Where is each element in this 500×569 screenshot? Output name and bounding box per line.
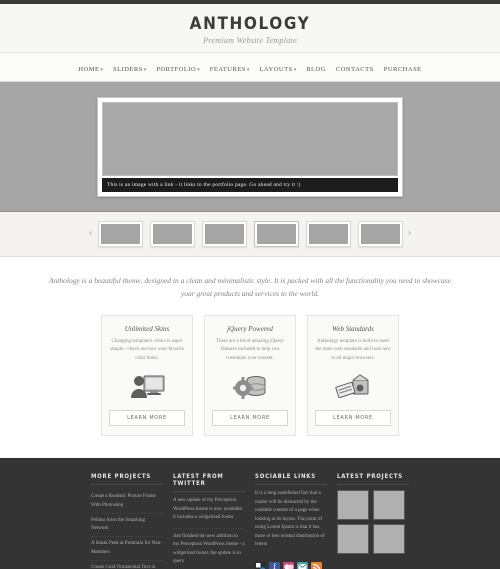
- social-icon-list: f: [255, 561, 327, 569]
- nav-item-sliders[interactable]: SLIDERS▾: [113, 58, 146, 76]
- twitter-icon[interactable]: [297, 561, 308, 569]
- carousel-thumb[interactable]: [149, 220, 195, 247]
- more-projects-link[interactable]: Pelloto Joins the Smashing Network: [91, 514, 163, 538]
- carousel-thumb[interactable]: [97, 220, 143, 247]
- hero-slider: This is an image with a link - it links …: [0, 81, 500, 212]
- feature-title: Web Standards: [332, 324, 374, 333]
- user-monitor-icon: [109, 370, 185, 404]
- chevron-down-icon: ▾: [246, 66, 250, 73]
- feature-box: Web Standards Anthology template is build…: [307, 314, 399, 437]
- feature-body: Changing template's colors is super simp…: [110, 338, 184, 361]
- learn-more-button[interactable]: LEARN MORE: [109, 410, 185, 427]
- site-footer: MORE PROJECTS Create a Realistic Picture…: [0, 458, 500, 569]
- nav-list: HOME▾ SLIDERS▾ PORTFOLIO▾ FEATURES▾ LAYOUTS▾…: [73, 58, 426, 76]
- project-thumb[interactable]: [337, 524, 369, 555]
- slider-image[interactable]: [102, 101, 398, 176]
- feature-box: jQuery Powered There are a lot of amazing…: [204, 314, 296, 437]
- nav-item-home[interactable]: HOME▾: [78, 58, 103, 76]
- carousel-thumb-list: [97, 220, 403, 247]
- feature-boxes: Unlimited Skins Changing template's color…: [0, 314, 500, 459]
- slider-frame[interactable]: This is an image with a link - it links …: [97, 96, 403, 197]
- carousel-thumb-image: [100, 223, 140, 244]
- footer-column-projects: LATEST PROJECTS: [337, 473, 409, 569]
- footer-column-sociable: SOCIABLE LINKS It is a long established …: [255, 473, 327, 569]
- intro-text: Anthology is a beautiful theme, designed…: [0, 256, 500, 315]
- feature-body: Anthology template is build to meet the …: [315, 338, 391, 361]
- flickr-icon[interactable]: [283, 561, 294, 569]
- project-thumb[interactable]: [337, 490, 369, 521]
- footer-column-more-projects: MORE PROJECTS Create a Realistic Picture…: [91, 473, 163, 569]
- project-thumb[interactable]: [373, 490, 405, 521]
- more-projects-link-list: Create a Realistic Picture Frame With Ph…: [91, 490, 163, 569]
- project-thumb-grid: [337, 490, 409, 555]
- chevron-down-icon: ▾: [100, 66, 103, 73]
- carousel-next-arrow-icon[interactable]: ›: [403, 228, 417, 239]
- nav-item-label[interactable]: PURCHASE: [384, 66, 422, 73]
- more-projects-heading: MORE PROJECTS: [91, 473, 163, 486]
- nav-item-purchase[interactable]: PURCHASE: [384, 58, 422, 76]
- nav-item-layouts[interactable]: LAYOUTS▾: [259, 58, 296, 76]
- nav-item-label[interactable]: LAYOUTS: [259, 66, 292, 73]
- files-box-icon: [315, 370, 391, 404]
- nav-item-label[interactable]: CONTACTS: [336, 66, 374, 73]
- nav-item-label[interactable]: PORTFOLIO: [156, 66, 196, 73]
- nav-item-features[interactable]: FEATURES▾: [210, 58, 250, 76]
- nav-item-contacts[interactable]: CONTACTS: [336, 58, 374, 76]
- nav-item-label[interactable]: BLOG: [306, 66, 326, 73]
- rss-icon[interactable]: [311, 561, 322, 569]
- feature-box: Unlimited Skins Changing template's color…: [101, 314, 193, 437]
- nav-item-label[interactable]: FEATURES: [210, 66, 246, 73]
- carousel-thumb-image: [256, 223, 296, 244]
- carousel-thumb-image: [360, 223, 400, 244]
- carousel-thumb-image: [308, 223, 348, 244]
- more-projects-link[interactable]: Create a Realistic Picture Frame With Ph…: [91, 490, 163, 514]
- carousel-prev-arrow-icon[interactable]: ‹: [84, 228, 98, 239]
- sociable-heading: SOCIABLE LINKS: [255, 473, 327, 486]
- latest-projects-heading: LATEST PROJECTS: [337, 473, 409, 486]
- chevron-down-icon: ▾: [293, 66, 297, 73]
- carousel-thumb-image: [204, 223, 244, 244]
- more-projects-link[interactable]: Create Gold Ornamental Text in Photoshop: [91, 561, 163, 569]
- footer-column-twitter: LATEST FROM TWITTER A new update of my P…: [173, 473, 245, 569]
- footer-columns: MORE PROJECTS Create a Realistic Picture…: [10, 473, 490, 569]
- more-projects-link[interactable]: A Sneak Peek at Premium for Non-Members: [91, 537, 163, 561]
- chevron-down-icon: ▾: [143, 66, 147, 73]
- carousel-thumb[interactable]: [357, 220, 403, 247]
- carousel-thumb[interactable]: [305, 220, 351, 247]
- sociable-text: It is a long established fact that a rea…: [255, 491, 325, 548]
- twitter-feed-list: A new update of my Perception WordPress …: [173, 497, 245, 569]
- facebook-icon[interactable]: f: [269, 561, 280, 569]
- feature-title: jQuery Powered: [227, 324, 273, 333]
- site-tagline: Premium Website Template: [203, 35, 297, 45]
- slider-caption: This is an image with a link - it links …: [102, 177, 398, 192]
- delicious-icon[interactable]: [255, 561, 266, 569]
- site-title: ANTHOLOGY: [189, 14, 311, 34]
- feature-body: There are a lot of amazing jQuery featur…: [216, 338, 284, 361]
- main-navigation: HOME▾ SLIDERS▾ PORTFOLIO▾ FEATURES▾ LAYOUTS▾…: [0, 52, 500, 82]
- gear-database-icon: [212, 370, 288, 404]
- chevron-down-icon: ▾: [197, 66, 200, 73]
- carousel-thumb[interactable]: [201, 220, 247, 247]
- feature-title: Unlimited Skins: [124, 324, 170, 333]
- project-thumb[interactable]: [373, 524, 405, 555]
- nav-item-label[interactable]: SLIDERS: [113, 66, 143, 73]
- carousel-thumb[interactable]: [253, 220, 299, 247]
- site-header: ANTHOLOGY Premium Website Template: [0, 4, 500, 53]
- nav-item-label[interactable]: HOME: [78, 66, 99, 73]
- learn-more-button[interactable]: LEARN MORE: [212, 410, 288, 427]
- nav-item-blog[interactable]: BLOG: [306, 58, 326, 76]
- tweet-item: A new update of my Perception WordPress …: [173, 497, 245, 529]
- twitter-heading: LATEST FROM TWITTER: [173, 473, 245, 493]
- carousel-thumb-image: [152, 223, 192, 244]
- tweet-item: Just finished the new addition to my Per…: [173, 533, 245, 565]
- nav-item-portfolio[interactable]: PORTFOLIO▾: [156, 58, 199, 76]
- learn-more-button[interactable]: LEARN MORE: [315, 410, 391, 427]
- thumbnail-carousel: ‹ ›: [0, 211, 500, 257]
